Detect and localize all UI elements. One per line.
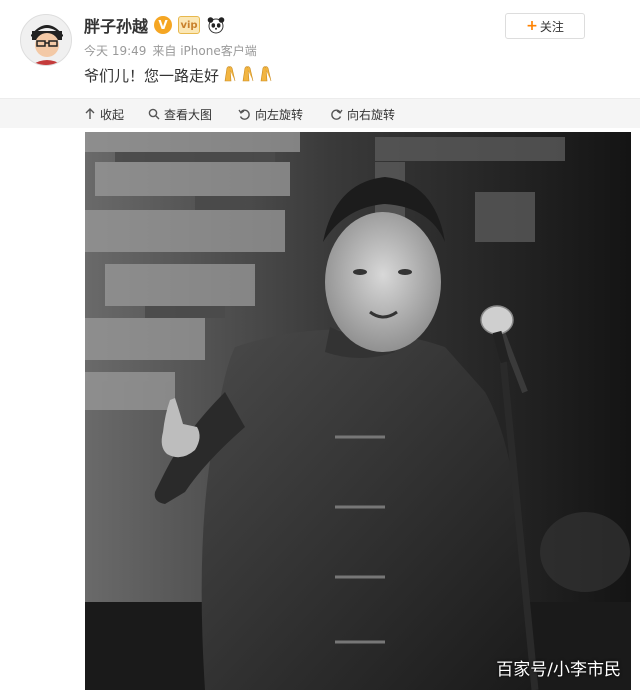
rotate-left-button[interactable]: 向左旋转 <box>238 99 303 129</box>
post-photo[interactable]: 百家号/小李市民 <box>85 132 631 690</box>
post-text-content: 爷们儿！您一路走好 <box>84 66 220 85</box>
username[interactable]: 胖子孙越 <box>84 13 148 37</box>
vip-icon: vip <box>178 16 201 34</box>
view-large-label: 查看大图 <box>164 107 213 122</box>
post-time[interactable]: 今天 19:49 <box>84 42 146 59</box>
post-text: 爷们儿！您一路走好 <box>84 64 275 86</box>
panda-icon <box>206 15 226 35</box>
rotate-right-icon <box>331 109 343 120</box>
collapse-label: 收起 <box>100 107 125 122</box>
rotate-right-button[interactable]: 向右旋转 <box>330 99 395 129</box>
post-meta: 今天 19:49 来自 iPhone客户端 <box>84 42 257 59</box>
watermark-text: 百家号/小李市民 <box>496 660 621 680</box>
follow-label: 关注 <box>539 19 564 34</box>
image-toolbar: 收起 查看大图 向左旋转 向右旋转 <box>0 98 640 128</box>
post-header: 胖子孙越 V vip 今天 19:49 来自 iPhone客户端 爷们儿！您一路… <box>0 0 640 98</box>
verified-icon: V <box>154 16 173 34</box>
plus-icon: + <box>526 18 538 34</box>
pray-icon <box>221 64 275 86</box>
portrait-image <box>85 132 631 690</box>
rotate-right-label: 向右旋转 <box>347 107 396 122</box>
view-large-button[interactable]: 查看大图 <box>148 99 212 129</box>
username-row: 胖子孙越 V vip <box>84 12 226 38</box>
collapse-icon <box>85 108 95 119</box>
avatar[interactable] <box>20 14 72 66</box>
rotate-left-icon <box>238 109 250 120</box>
collapse-button[interactable]: 收起 <box>84 99 124 129</box>
search-icon <box>148 108 160 120</box>
follow-button[interactable]: + 关注 <box>505 13 585 39</box>
post-source: 来自 iPhone客户端 <box>152 44 257 58</box>
rotate-left-label: 向左旋转 <box>255 107 304 122</box>
